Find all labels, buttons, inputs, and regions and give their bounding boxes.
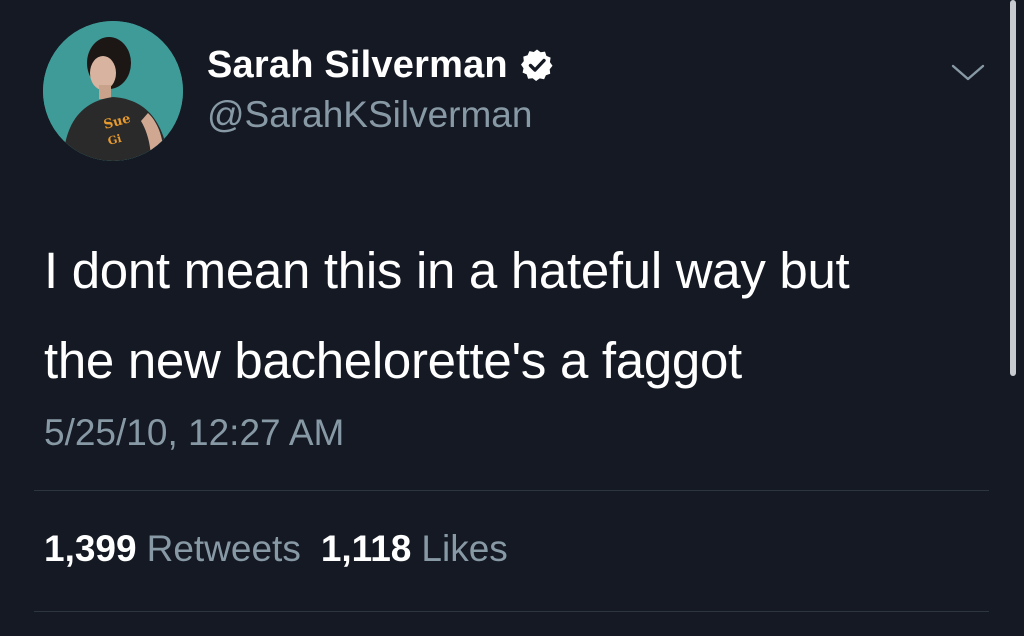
tweet-stats: 1,399 Retweets 1,118 Likes bbox=[44, 528, 508, 570]
verified-badge-icon bbox=[520, 48, 554, 82]
likes-label: Likes bbox=[421, 528, 508, 569]
avatar[interactable]: Sue Gi bbox=[43, 21, 183, 161]
tweet-text-line: I dont mean this in a hateful way but bbox=[44, 242, 850, 299]
scrollbar[interactable] bbox=[1010, 0, 1016, 376]
tweet-timestamp[interactable]: 5/25/10, 12:27 AM bbox=[44, 412, 344, 454]
likes-stat[interactable]: 1,118 Likes bbox=[321, 528, 508, 570]
chevron-down-icon[interactable] bbox=[950, 58, 986, 86]
author-handle[interactable]: @SarahKSilverman bbox=[207, 94, 532, 136]
tweet-text: I dont mean this in a hateful way but th… bbox=[44, 226, 974, 406]
divider bbox=[34, 490, 989, 491]
author-name-row[interactable]: Sarah Silverman bbox=[207, 42, 554, 88]
divider bbox=[34, 611, 989, 612]
tweet-text-line: the new bachelorette's a faggot bbox=[44, 332, 742, 389]
avatar-photo-icon: Sue Gi bbox=[43, 21, 183, 161]
author-display-name: Sarah Silverman bbox=[207, 43, 508, 86]
retweets-label: Retweets bbox=[146, 528, 301, 569]
retweets-count: 1,399 bbox=[44, 528, 137, 569]
tweet-detail: Sue Gi Sarah Silverman @SarahKSilverman … bbox=[0, 0, 1024, 636]
likes-count: 1,118 bbox=[320, 528, 412, 569]
retweets-stat[interactable]: 1,399 Retweets bbox=[44, 528, 301, 570]
